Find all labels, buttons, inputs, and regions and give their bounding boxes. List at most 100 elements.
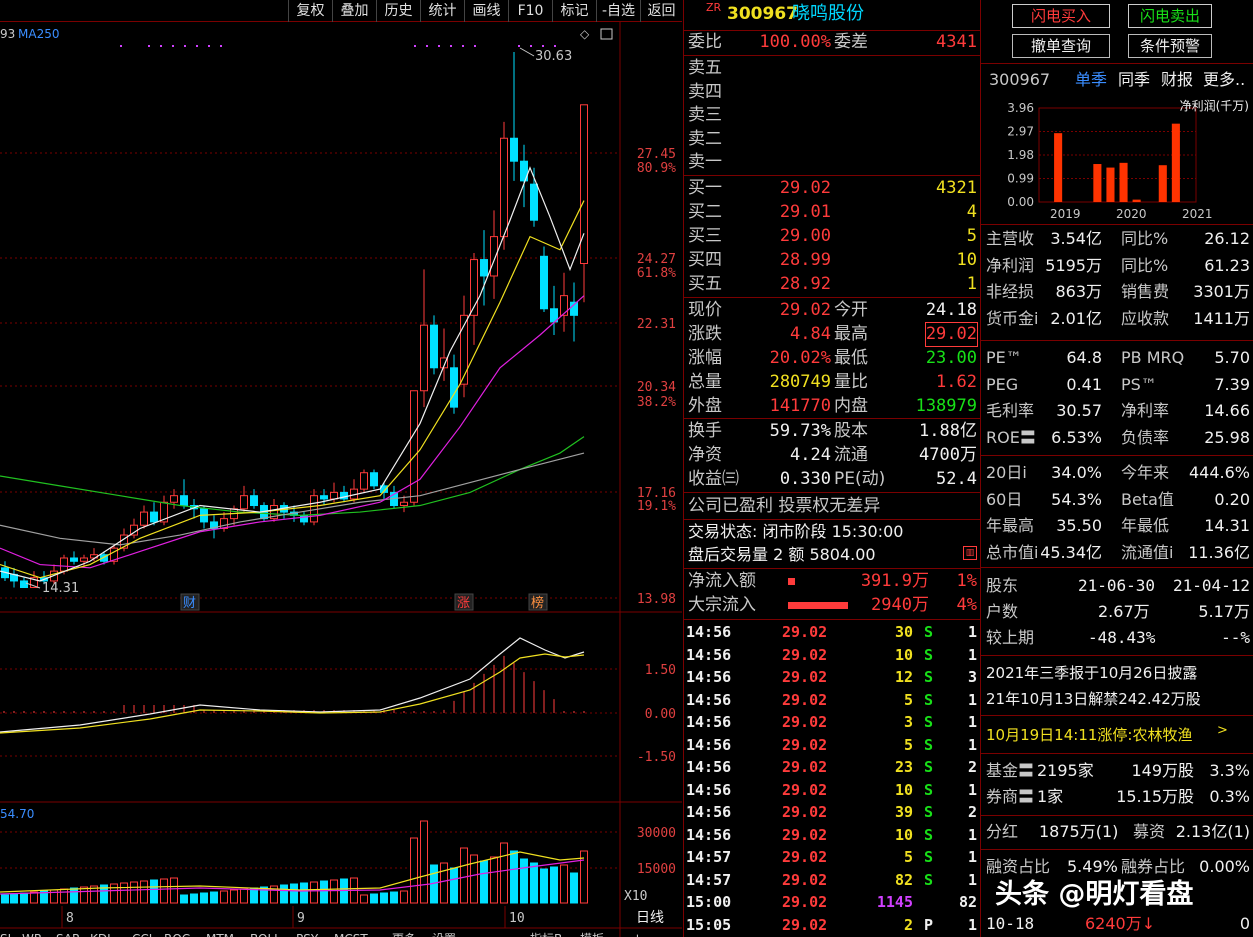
tick-time: 14:57 xyxy=(686,848,732,866)
indicator-tab[interactable]: SI xyxy=(0,932,11,937)
tick-count: 1 xyxy=(967,690,977,709)
quote-panel: ZR 300967 晓鸣股份 委比 100.00% 委差 4341 卖五 卖四 卖三… xyxy=(683,0,981,937)
tick-row: 14:56 29.02 12 S 3 xyxy=(684,666,981,689)
minus-icon[interactable]: - xyxy=(660,932,665,937)
fund-value: 35.50 xyxy=(1056,516,1102,535)
tick-row: 14:56 29.02 10 S 1 xyxy=(684,644,981,667)
holders-date-1: 21-06-30 xyxy=(1078,576,1156,595)
kline-chart-area[interactable]: 27.45 24.27 22.31 20.34 17.16 13.98 80.9% 61.8%… xyxy=(0,22,682,937)
volume-tick: 30000 xyxy=(637,826,676,841)
limit-up-note-text[interactable]: 10月19日14:11涨停:农林牧渔 xyxy=(986,722,1192,748)
volume-bar xyxy=(190,893,198,904)
tab-same-quarter[interactable]: 同季 xyxy=(1118,67,1150,93)
volume-bar xyxy=(220,890,228,904)
toolbar-item[interactable]: 历史 xyxy=(376,0,420,22)
fund-row: PEG 0.41 PS™ 7.39 xyxy=(981,372,1253,398)
plus-icon[interactable]: + xyxy=(632,932,643,937)
fund-label: PE™ xyxy=(986,348,1022,367)
volume-bar xyxy=(460,847,468,904)
limit-up-note[interactable]: 10月19日14:11涨停:农林牧渔 > xyxy=(981,722,1253,748)
toolbar-item[interactable]: 标记 xyxy=(552,0,596,22)
inst-count: 2195家 xyxy=(1037,761,1094,780)
indicator-tab[interactable]: 指标B xyxy=(530,931,562,937)
diamond-icon[interactable]: ◇ xyxy=(580,27,590,41)
toolbar-item[interactable]: 统计 xyxy=(420,0,464,22)
indicator-tab[interactable]: MCST xyxy=(334,932,368,937)
volume-bar xyxy=(70,887,78,904)
volume-bar xyxy=(160,878,168,904)
stat-value: 20.02% xyxy=(769,348,831,368)
candle-body xyxy=(330,491,338,500)
chart-icon[interactable]: ▥ xyxy=(963,546,977,560)
toolbar-item[interactable]: 返回 xyxy=(640,0,682,22)
stat-row: 现价 29.02 今开 24.18 xyxy=(684,299,981,322)
stat-label: 股本 xyxy=(834,421,868,441)
toolbar-item[interactable]: -自选 xyxy=(596,0,640,22)
stat-row: 总量 280749 量比 1.62 xyxy=(684,371,981,394)
macd-line xyxy=(0,653,585,734)
volume-bar xyxy=(570,872,578,904)
inst-label: 券商〓 xyxy=(986,787,1035,806)
period-label[interactable]: 日线 xyxy=(636,910,664,926)
event-marker[interactable]: 涨 xyxy=(457,596,470,611)
fund-value: 5195万 xyxy=(1045,255,1102,275)
fund-value: 14.66 xyxy=(1204,401,1250,420)
stat-value: 29.02 xyxy=(779,300,831,320)
stat-label: 量比 xyxy=(834,372,868,392)
indicator-tab[interactable]: SAR xyxy=(56,932,80,937)
holders-count-2: 5.17万 xyxy=(1198,602,1250,621)
bid-label: 买一 xyxy=(688,178,722,198)
condition-alert-button[interactable]: 条件预警 xyxy=(1128,34,1212,58)
volume-bar xyxy=(210,891,218,904)
tab-quarter[interactable]: 单季 xyxy=(1075,67,1107,93)
candle-body xyxy=(170,495,178,503)
cancel-order-query-button[interactable]: 撤单查询 xyxy=(1012,34,1110,58)
toolbar-item[interactable]: 复权 xyxy=(288,0,332,22)
candle-body xyxy=(500,137,508,238)
volume-bar xyxy=(150,879,158,904)
event-marker[interactable]: 财 xyxy=(183,596,196,611)
indicator-tab[interactable]: KDJ xyxy=(90,932,111,937)
volume-bar xyxy=(120,882,128,904)
kline-svg[interactable]: 27.4524.2722.3120.3417.1613.9880.9%61.8%… xyxy=(0,22,682,937)
window-icon[interactable] xyxy=(600,28,613,40)
ask-level: 卖五 xyxy=(684,57,981,80)
indicator-tab[interactable]: CCI xyxy=(132,932,152,937)
tab-report[interactable]: 财报 xyxy=(1161,67,1193,93)
bid-volume: 4321 xyxy=(936,178,977,198)
flash-sell-button[interactable]: 闪电卖出 xyxy=(1128,4,1212,28)
indicator-tab[interactable]: 设置 xyxy=(432,932,456,937)
indicator-tab[interactable]: PSY xyxy=(296,932,319,937)
stat-label: 外盘 xyxy=(688,396,722,416)
stat-value: 59.73% xyxy=(769,421,831,441)
volume-bar xyxy=(530,862,538,904)
holders-cmp-label: 较上期 xyxy=(986,628,1035,647)
tab-more[interactable]: 更多.. xyxy=(1203,67,1245,93)
holders-label: 股东 xyxy=(986,576,1019,595)
fundamentals-panel: 闪电买入 闪电卖出 撤单查询 条件预警 300967 单季 同季 财报 更多..… xyxy=(980,0,1253,937)
chevron-right-icon[interactable]: > xyxy=(1217,718,1228,744)
toolbar-item[interactable]: F10 xyxy=(508,0,552,22)
bid-level: 买一 29.02 4321 xyxy=(684,177,981,200)
price-tick: 24.27 xyxy=(637,252,676,267)
fund-row: 净利润 5195万 同比% 61.23 xyxy=(981,253,1253,279)
indicator-tab[interactable]: 更多 xyxy=(392,932,416,937)
volume-bar xyxy=(410,837,418,904)
fund-row: 20日i 34.0% 今年来 444.6% xyxy=(981,460,1253,486)
bid-label: 买五 xyxy=(688,274,722,294)
event-marker[interactable]: 榜 xyxy=(531,595,544,611)
indicator-tab[interactable]: ROC xyxy=(164,932,190,937)
fund-label: PB MRQ xyxy=(1121,348,1185,367)
stat-label: 今开 xyxy=(834,300,868,320)
tick-side: S xyxy=(924,758,934,776)
stat-label: PE(动) xyxy=(834,469,886,489)
fund-label: 同比% xyxy=(1121,229,1169,248)
toolbar-item[interactable]: 叠加 xyxy=(332,0,376,22)
indicator-tab[interactable]: MTM xyxy=(206,932,234,937)
toolbar-item[interactable]: 画线 xyxy=(464,0,508,22)
tick-count: 1 xyxy=(967,623,977,641)
flash-buy-button[interactable]: 闪电买入 xyxy=(1012,4,1110,28)
indicator-tab[interactable]: WR xyxy=(22,932,42,937)
indicator-tab[interactable]: 模板 xyxy=(580,932,604,937)
indicator-tab[interactable]: BOLL xyxy=(250,932,281,937)
